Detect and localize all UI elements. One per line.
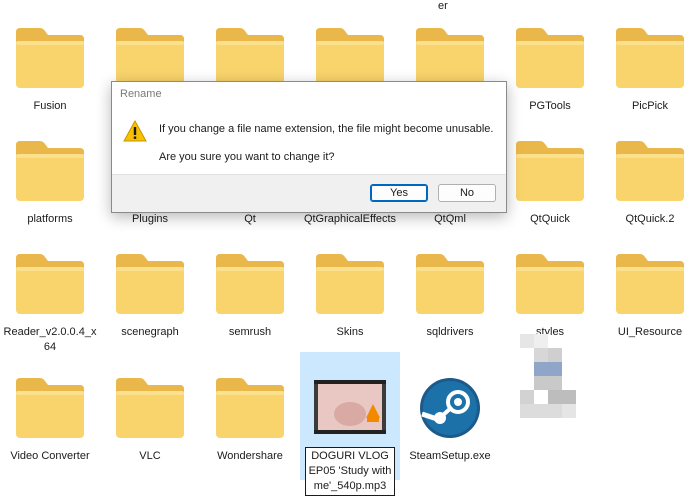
rename-textbox[interactable]: DOGURI VLOG EP05 'Study with me'_540p.mp… <box>305 447 395 496</box>
folder-icon <box>316 254 384 314</box>
folder-icon <box>416 254 484 314</box>
folder-icon <box>116 378 184 438</box>
item-label: QtGraphicalEffects <box>303 213 397 225</box>
item-label: Reader_v2.0.0.4_x64 <box>3 326 97 353</box>
item-label: Plugins <box>131 213 169 225</box>
folder-item[interactable]: sqldrivers <box>400 230 500 342</box>
item-label: VLC <box>139 450 161 462</box>
file-explorer-content: er Fusion PGTools PicPick platforms Plug… <box>0 0 700 496</box>
dialog-message: If you change a file name extension, the… <box>159 123 494 135</box>
folder-item[interactable]: Fusion <box>0 4 100 116</box>
dialog-footer: Yes No <box>112 174 506 212</box>
folder-icon <box>16 378 84 438</box>
no-button[interactable]: No <box>438 184 496 202</box>
file-item[interactable]: DOGURI VLOG EP05 'Study with me'_540p.mp… <box>300 352 400 496</box>
pixelated-file-icon <box>520 334 576 418</box>
folder-item[interactable]: Reader_v2.0.0.4_x64 <box>0 230 100 353</box>
item-label: PicPick <box>631 100 669 112</box>
folder-item[interactable]: PicPick <box>600 4 700 116</box>
folder-item[interactable]: PGTools <box>500 4 600 116</box>
rename-dialog: Rename If you change a file name extensi… <box>111 81 507 213</box>
video-file-icon <box>314 380 386 434</box>
item-label: Qt <box>244 213 256 225</box>
steam-icon <box>420 378 480 438</box>
folder-item[interactable]: QtQuick <box>500 117 600 229</box>
item-label: Video Converter <box>10 450 90 462</box>
warning-icon <box>123 120 147 142</box>
item-label: Skins <box>336 326 364 338</box>
item-label: UI_Resource <box>617 326 683 338</box>
folder-item[interactable]: VLC <box>100 354 200 466</box>
folder-item[interactable]: QtQuick.2 <box>600 117 700 229</box>
folder-item[interactable]: Skins <box>300 230 400 342</box>
item-label: sqldrivers <box>426 326 474 338</box>
item-label: QtQml <box>434 213 466 225</box>
item-label: QtQuick.2 <box>625 213 675 225</box>
folder-item[interactable]: styles <box>500 230 600 342</box>
item-label: PGTools <box>529 100 571 112</box>
folder-icon <box>616 254 684 314</box>
item-label: QtQuick <box>530 213 570 225</box>
item-label: scenegraph <box>121 326 179 338</box>
item-label: platforms <box>27 213 73 225</box>
folder-icon <box>116 254 184 314</box>
folder-icon <box>516 141 584 201</box>
item-label: SteamSetup.exe <box>409 450 491 462</box>
folder-icon <box>16 254 84 314</box>
file-item[interactable]: SteamSetup.exe <box>400 354 500 466</box>
folder-icon <box>216 254 284 314</box>
folder-item[interactable]: platforms <box>0 117 100 229</box>
file-item[interactable] <box>500 334 600 466</box>
folder-item[interactable]: UI_Resource <box>600 230 700 342</box>
folder-icon <box>516 28 584 88</box>
dialog-title: Rename <box>120 88 162 100</box>
folder-item[interactable]: scenegraph <box>100 230 200 342</box>
folder-icon <box>616 141 684 201</box>
item-label: Wondershare <box>217 450 283 462</box>
folder-icon <box>16 141 84 201</box>
item-label: semrush <box>228 326 272 338</box>
folder-icon <box>216 378 284 438</box>
folder-item[interactable]: semrush <box>200 230 300 342</box>
folder-item[interactable]: Wondershare <box>200 354 300 466</box>
item-label: Fusion <box>33 100 67 112</box>
folder-item[interactable]: Video Converter <box>0 354 100 466</box>
dialog-question: Are you sure you want to change it? <box>159 151 335 163</box>
folder-icon <box>16 28 84 88</box>
yes-button[interactable]: Yes <box>370 184 428 202</box>
folder-icon <box>616 28 684 88</box>
folder-icon <box>516 254 584 314</box>
